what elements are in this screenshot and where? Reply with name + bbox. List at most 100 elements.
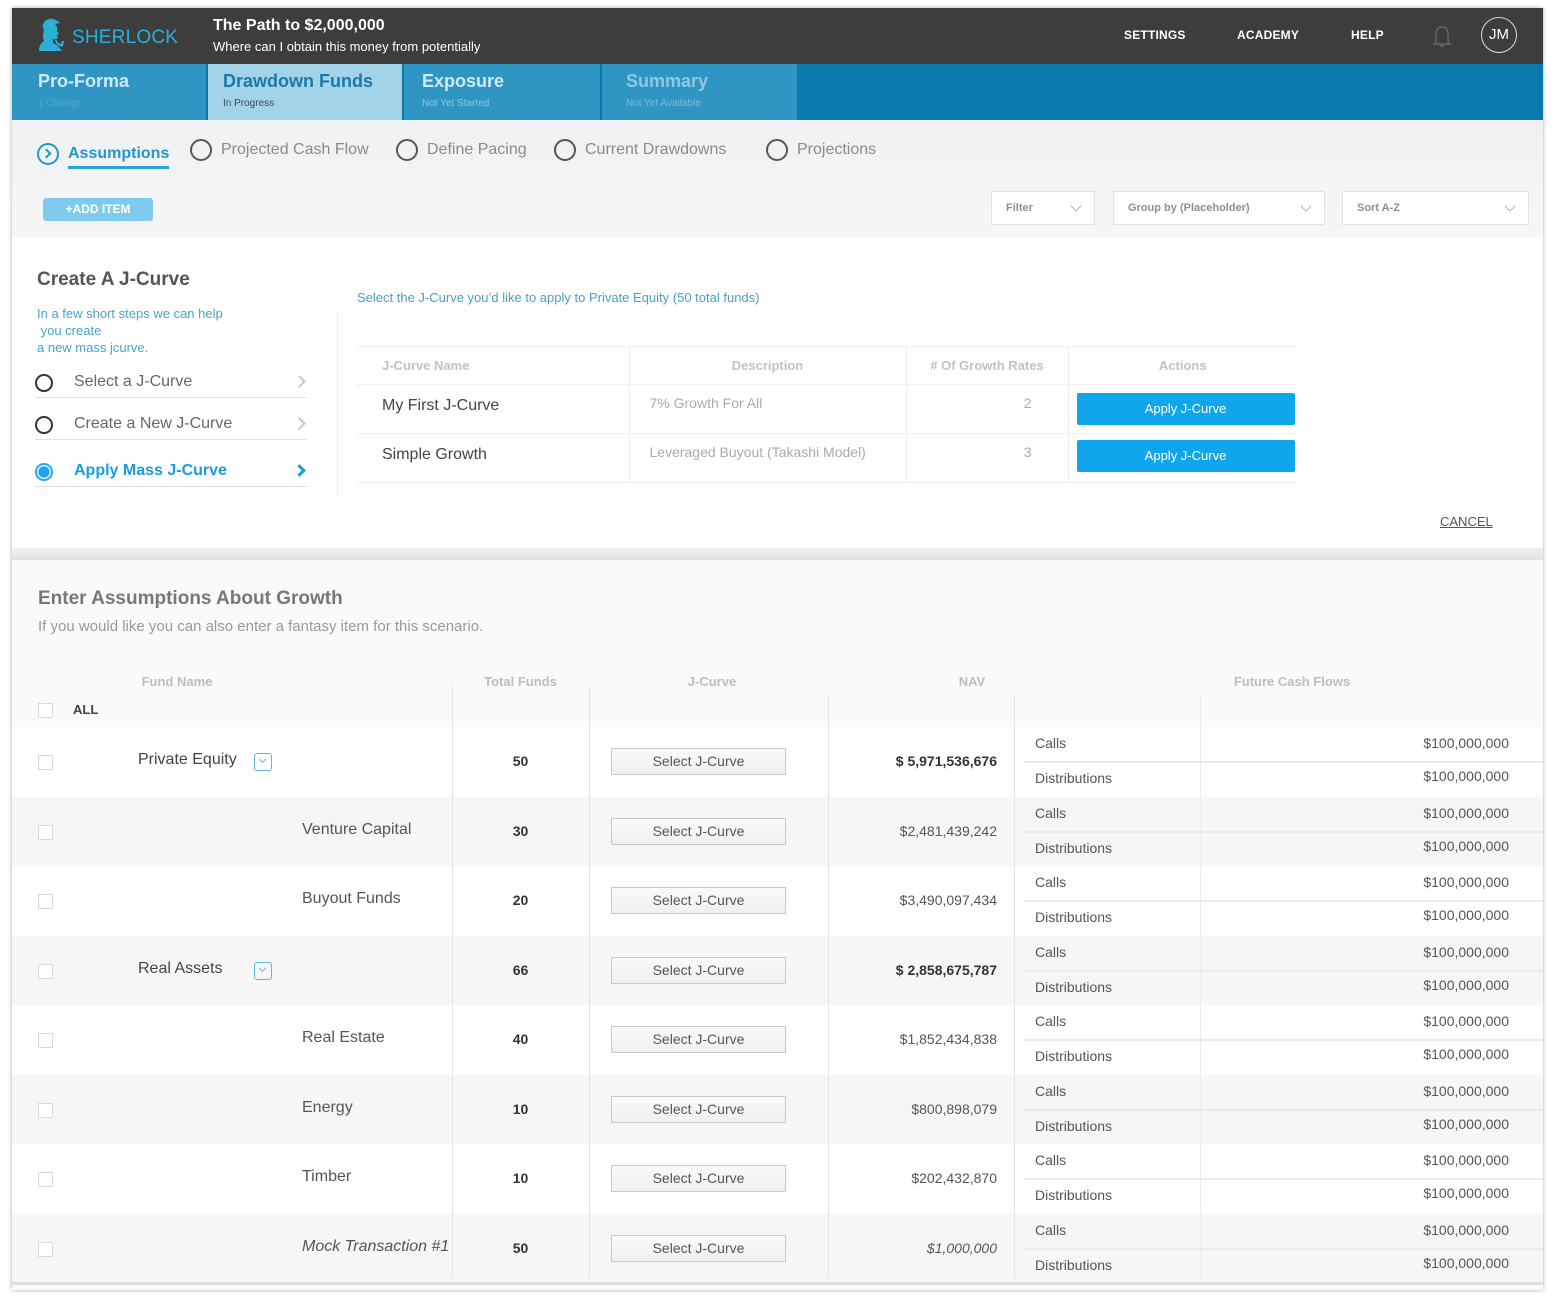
option-apply-mass-jcurve[interactable]: Apply Mass J-Curve [35, 455, 307, 487]
divider [337, 312, 338, 497]
fund-name: Buyout Funds [302, 890, 401, 907]
phase-tab-exposure[interactable]: Exposure Not Yet Started [404, 64, 600, 120]
jcurve-description: Leveraged Buyout (Takashi Model) [628, 433, 906, 483]
step-current-drawdowns[interactable]: Current Drawdowns [554, 139, 726, 161]
select-jcurve-button[interactable]: Select J-Curve [611, 1095, 786, 1123]
select-jcurve-button[interactable]: Select J-Curve [611, 817, 786, 845]
logo[interactable]: SHERLOCK [36, 17, 178, 53]
calls-value: $100,000,000 [1423, 1221, 1509, 1238]
phase-title: Pro-Forma [38, 71, 130, 91]
chevron-down-icon [1300, 200, 1312, 212]
nav-help[interactable]: HELP [1351, 28, 1384, 42]
select-jcurve-button[interactable]: Select J-Curve [611, 956, 786, 984]
expand-toggle-icon[interactable] [254, 961, 272, 980]
cancel-link[interactable]: CANCEL [1440, 514, 1493, 529]
row-checkbox[interactable] [38, 1102, 53, 1118]
calls-label: Calls [1035, 1082, 1067, 1099]
total-funds: 30 [512, 822, 529, 839]
empty-circle-icon [190, 139, 212, 161]
filter-dropdown[interactable]: Filter [991, 191, 1095, 225]
select-jcurve-button[interactable]: Select J-Curve [611, 1234, 786, 1262]
nav-value: $1,852,434,838 [899, 1031, 997, 1047]
table-row: Real Estate 40 Select J-Curve $1,852,434… [12, 1005, 1543, 1075]
option-create-jcurve[interactable]: Create a New J-Curve [35, 408, 307, 440]
table-row: Simple Growth Leveraged Buyout (Takashi … [356, 433, 1297, 483]
fund-name: Private Equity [138, 751, 237, 768]
expand-toggle-icon[interactable] [254, 753, 272, 771]
row-checkbox[interactable] [38, 1033, 53, 1048]
step-define-pacing[interactable]: Define Pacing [396, 139, 527, 161]
step-projected-cash-flow[interactable]: Projected Cash Flow [190, 139, 369, 161]
phase-tab-drawdown-funds[interactable]: Drawdown Funds In Progress [208, 64, 402, 120]
calls-value: $100,000,000 [1423, 1082, 1509, 1099]
column-divider [1200, 696, 1201, 1278]
distributions-label: Distributions [1035, 839, 1113, 856]
jcurve-table: J-Curve Name Description # Of Growth Rat… [356, 346, 1297, 483]
chevron-right-icon [293, 464, 306, 477]
calls-label: Calls [1035, 1221, 1067, 1238]
add-item-button[interactable]: +ADD ITEM [43, 198, 153, 221]
jcurve-growth-rates: 3 [905, 433, 1068, 483]
step-label: Current Drawdowns [585, 141, 727, 158]
distributions-label: Distributions [1035, 1048, 1113, 1064]
calls-label: Calls [1035, 804, 1067, 821]
apply-jcurve-button[interactable]: Apply J-Curve [1076, 440, 1295, 472]
radio-icon[interactable] [35, 416, 53, 434]
sherlock-silhouette-icon [39, 18, 64, 51]
phase-tab-pro-forma[interactable]: Pro-Forma 1 Change [12, 64, 206, 120]
phase-tab-bar: Pro-Forma 1 Change Drawdown Funds In Pro… [12, 64, 1543, 120]
phase-tab-summary[interactable]: Summary Not Yet Available [602, 64, 797, 120]
step-assumptions[interactable]: Assumptions [37, 139, 170, 169]
radio-icon[interactable] [35, 374, 53, 392]
nav-academy[interactable]: ACADEMY [1237, 28, 1299, 42]
total-funds: 10 [512, 1170, 529, 1186]
chevron-right-icon [293, 417, 306, 430]
group-by-dropdown[interactable]: Group by (Placeholder) [1113, 191, 1325, 225]
table-row: My First J-Curve 7% Growth For All 2 App… [356, 384, 1297, 434]
bell-icon[interactable] [1428, 22, 1456, 50]
total-funds: 10 [512, 1100, 529, 1117]
row-checkbox[interactable] [38, 755, 53, 770]
row-checkbox[interactable] [38, 963, 53, 979]
nav-value: $800,898,079 [911, 1100, 997, 1117]
table-row: Buyout Funds 20 Select J-Curve $3,490,09… [12, 866, 1543, 936]
bottom-border [12, 1282, 1543, 1285]
apply-jcurve-button[interactable]: Apply J-Curve [1076, 393, 1295, 425]
nav-value: $3,490,097,434 [899, 892, 997, 908]
option-select-jcurve[interactable]: Select a J-Curve [35, 366, 307, 398]
radio-selected-icon[interactable] [35, 463, 53, 481]
distributions-label: Distributions [1035, 770, 1113, 786]
row-divider [1024, 1108, 1543, 1111]
calls-label: Calls [1035, 1152, 1067, 1168]
empty-circle-icon [554, 139, 576, 161]
nav-value: $1,000,000 [926, 1239, 997, 1256]
col-total-funds: Total Funds [484, 674, 557, 689]
step-projections[interactable]: Projections [766, 139, 876, 161]
jcurve-name: My First J-Curve [356, 384, 629, 434]
group-by-label: Group by (Placeholder) [1128, 202, 1250, 214]
table-row: Mock Transaction #1 50 Select J-Curve $1… [12, 1213, 1543, 1283]
row-checkbox[interactable] [38, 894, 53, 909]
total-funds: 50 [512, 1239, 529, 1256]
distributions-value: $100,000,000 [1423, 976, 1509, 993]
row-checkbox[interactable] [38, 1241, 53, 1257]
step-label: Projected Cash Flow [221, 141, 369, 158]
select-jcurve-button[interactable]: Select J-Curve [611, 748, 786, 775]
row-checkbox[interactable] [38, 824, 53, 840]
phase-title: Drawdown Funds [223, 71, 373, 91]
select-all-checkbox[interactable] [38, 703, 53, 718]
select-jcurve-button[interactable]: Select J-Curve [611, 1165, 786, 1192]
nav-settings[interactable]: SETTINGS [1124, 28, 1186, 42]
distributions-label: Distributions [1035, 1187, 1113, 1203]
select-jcurve-button[interactable]: Select J-Curve [611, 887, 786, 914]
nav-value: $ 5,971,536,676 [895, 753, 997, 769]
select-jcurve-button[interactable]: Select J-Curve [611, 1026, 786, 1053]
row-divider [1024, 1247, 1543, 1250]
col-actions: Actions [1067, 346, 1297, 385]
fund-name: Venture Capital [302, 820, 412, 838]
row-checkbox[interactable] [38, 1172, 53, 1187]
phase-status: 1 Change [38, 98, 82, 109]
row-divider [1024, 761, 1543, 763]
user-avatar[interactable]: JM [1481, 17, 1517, 53]
sort-dropdown[interactable]: Sort A-Z [1342, 191, 1529, 225]
